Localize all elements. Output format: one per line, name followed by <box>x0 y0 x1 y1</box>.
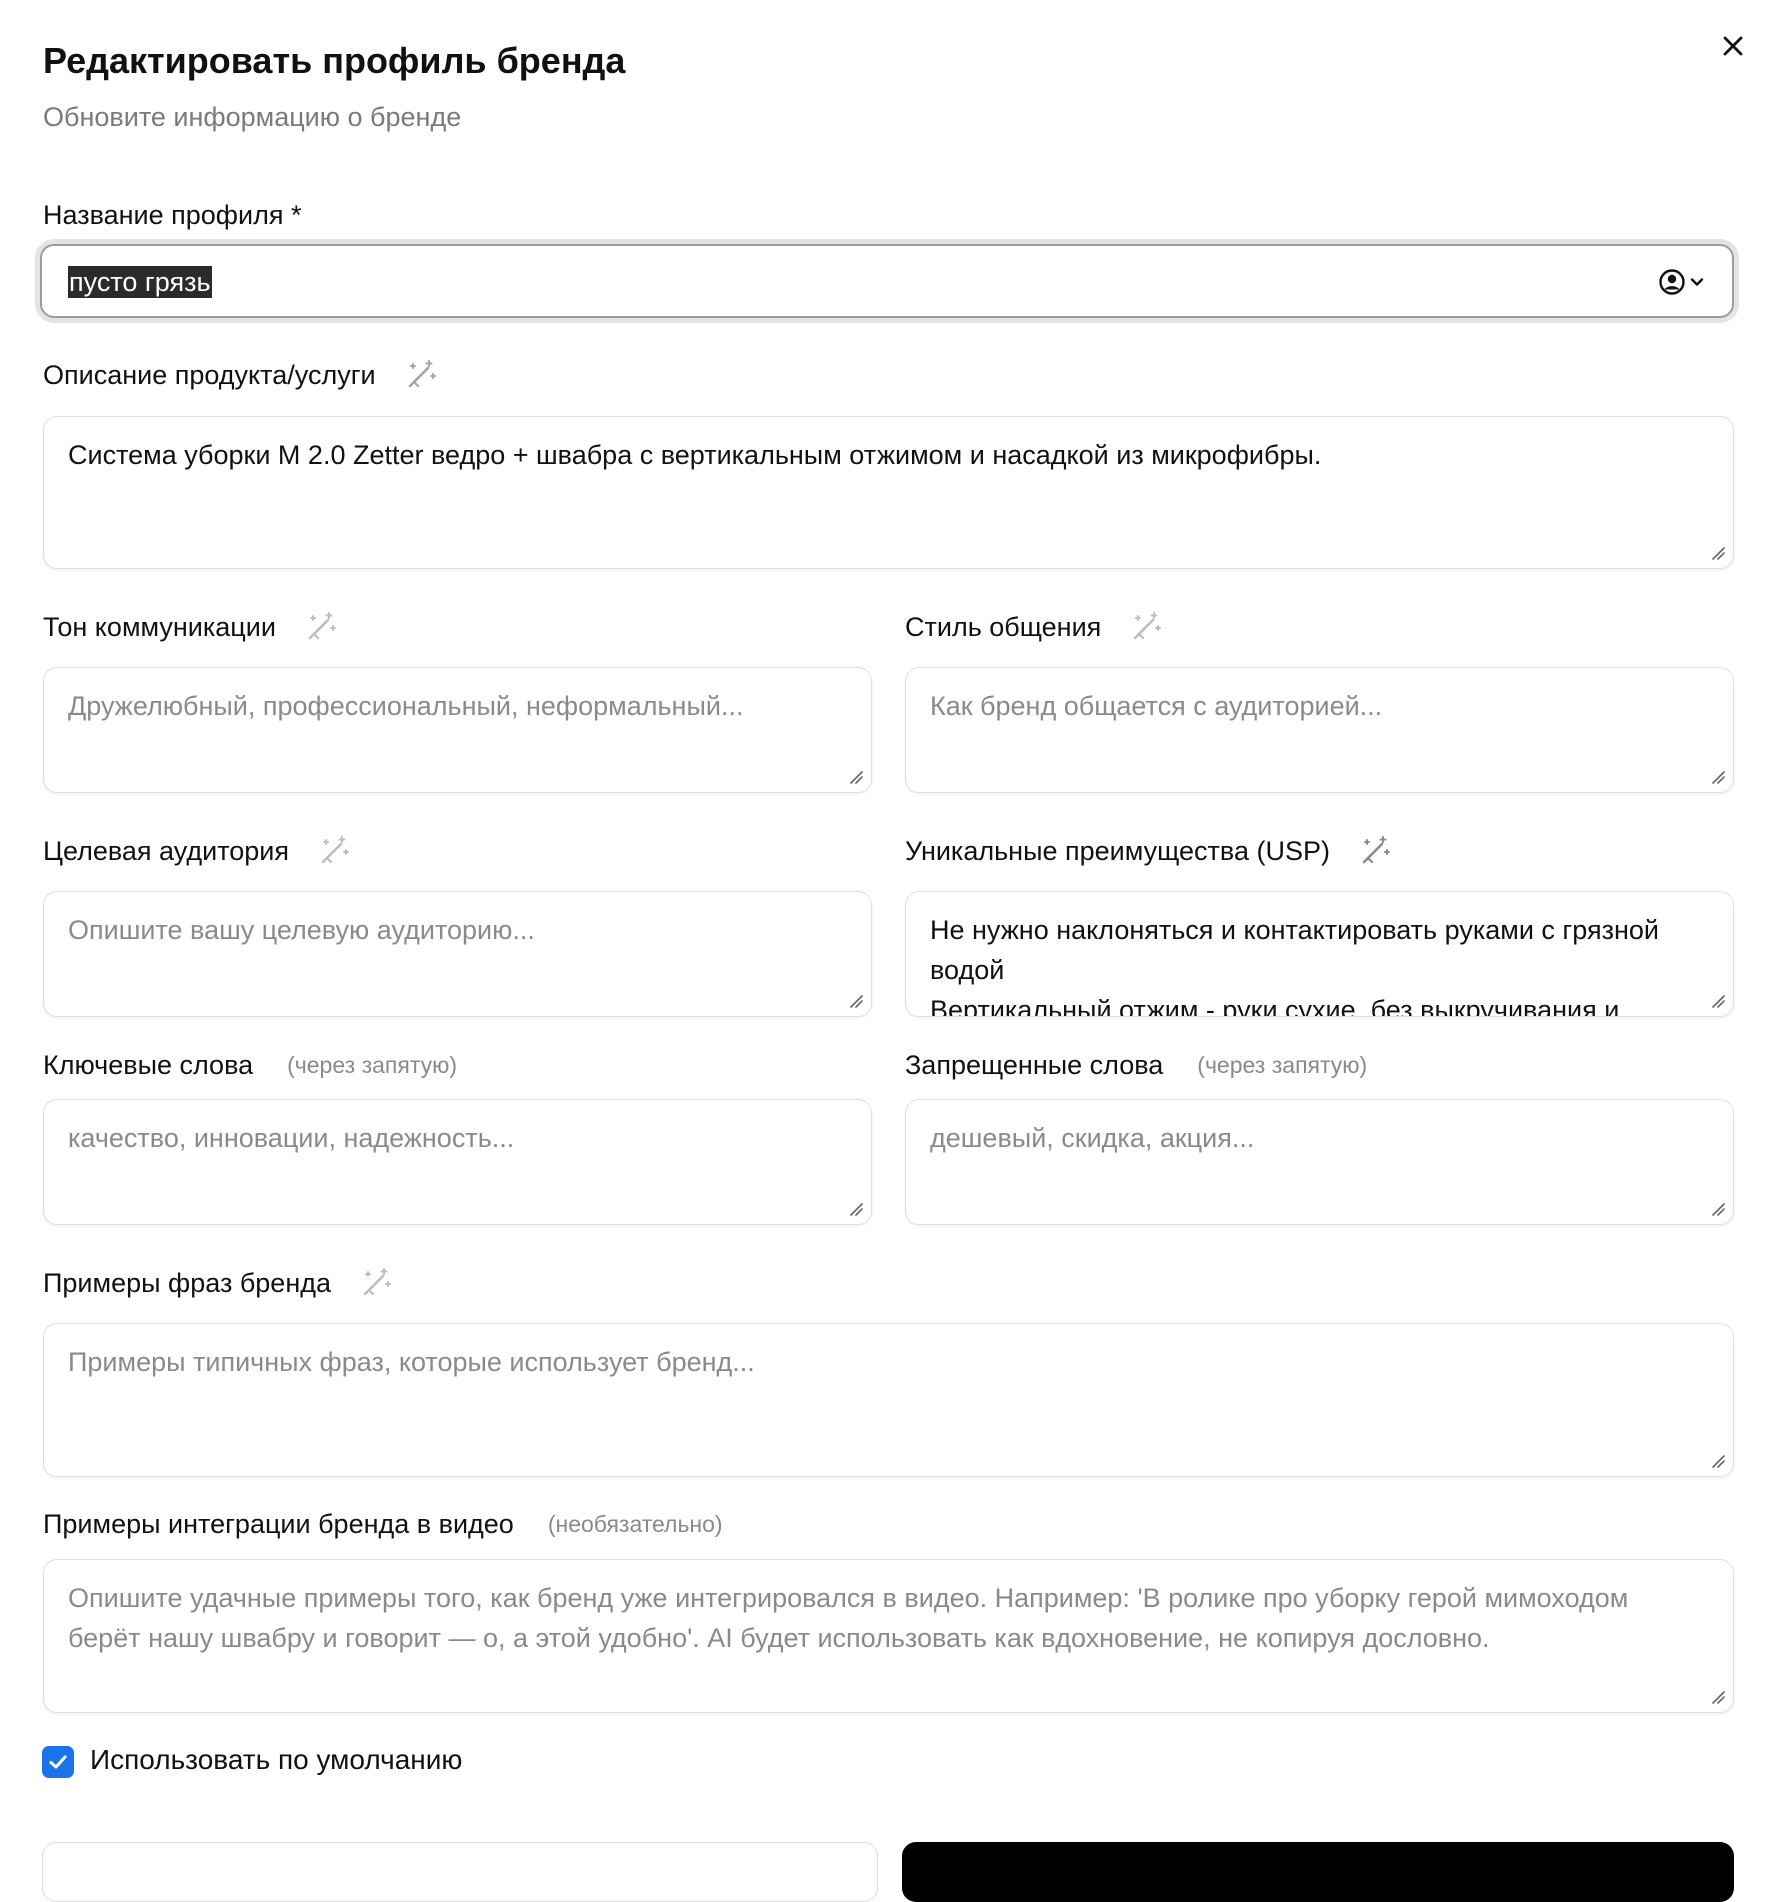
communication-style-label-text: Стиль общения <box>905 611 1102 642</box>
use-default-checkbox[interactable] <box>42 1746 74 1778</box>
target-audience-label: Целевая аудитория <box>43 834 351 868</box>
video-integration-label: Примеры интеграции бренда в видео (необя… <box>43 1509 723 1540</box>
usp-label: Уникальные преимущества (USP) <box>905 834 1392 868</box>
resize-grip-icon[interactable] <box>1709 1688 1725 1704</box>
profile-name-value: пусто грязь <box>68 266 212 298</box>
communication-tone-textarea[interactable]: Дружелюбный, профессиональный, неформаль… <box>43 667 872 793</box>
forbidden-words-placeholder: дешевый, скидка, акция... <box>930 1123 1255 1153</box>
usp-textarea[interactable]: Не нужно наклоняться и контактировать ру… <box>905 891 1734 1017</box>
product-description-label: Описание продукта/услуги <box>43 358 438 392</box>
resize-grip-icon[interactable] <box>1709 1200 1725 1216</box>
communication-tone-label-text: Тон коммуникации <box>43 611 276 642</box>
checkmark-icon <box>49 1755 67 1769</box>
usp-label-text: Уникальные преимущества (USP) <box>905 835 1330 866</box>
forbidden-words-label-text: Запрещенные слова <box>905 1050 1164 1080</box>
magic-wand-icon[interactable] <box>1358 834 1392 868</box>
keywords-hint: (через запятую) <box>287 1052 458 1078</box>
chevron-down-icon <box>1688 273 1706 296</box>
edit-brand-profile-dialog: Редактировать профиль бренда Обновите ин… <box>0 0 1782 1902</box>
dialog-subtitle: Обновите информацию о бренде <box>43 102 462 132</box>
resize-grip-icon[interactable] <box>1709 768 1725 784</box>
resize-grip-icon[interactable] <box>1709 1452 1725 1468</box>
brand-phrases-label-text: Примеры фраз бренда <box>43 1267 332 1298</box>
product-description-value: Система уборки М 2.0 Zetter ведро + шваб… <box>68 440 1322 470</box>
usp-value: Не нужно наклоняться и контактировать ру… <box>930 915 1659 1017</box>
save-button[interactable] <box>902 1842 1734 1902</box>
magic-wand-icon[interactable] <box>404 358 438 392</box>
communication-style-label: Стиль общения <box>905 610 1163 644</box>
resize-grip-icon[interactable] <box>1709 992 1725 1008</box>
video-integration-placeholder: Опишите удачные примеры того, как бренд … <box>68 1583 1636 1653</box>
user-circle-icon <box>1658 268 1686 301</box>
keywords-label-text: Ключевые слова <box>43 1050 254 1080</box>
video-integration-hint: (необязательно) <box>547 1511 723 1537</box>
resize-grip-icon[interactable] <box>847 1200 863 1216</box>
forbidden-words-label: Запрещенные слова (через запятую) <box>905 1050 1367 1081</box>
dialog-title: Редактировать профиль бренда <box>43 40 626 81</box>
resize-grip-icon[interactable] <box>847 768 863 784</box>
communication-style-textarea[interactable]: Как бренд общается с аудиторией... <box>905 667 1734 793</box>
communication-style-placeholder: Как бренд общается с аудиторией... <box>930 691 1383 721</box>
product-description-label-text: Описание продукта/услуги <box>43 359 376 390</box>
use-default-label[interactable]: Использовать по умолчанию <box>90 1744 462 1776</box>
brand-phrases-label: Примеры фраз бренда <box>43 1266 393 1300</box>
keywords-placeholder: качество, инновации, надежность... <box>68 1123 515 1153</box>
profile-name-input[interactable]: пусто грязь <box>40 244 1734 318</box>
magic-wand-icon[interactable] <box>317 834 351 868</box>
profile-name-label: Название профиля * <box>43 200 302 231</box>
brand-phrases-placeholder: Примеры типичных фраз, которые используе… <box>68 1347 755 1377</box>
video-integration-label-text: Примеры интеграции бренда в видео <box>43 1509 514 1539</box>
target-audience-textarea[interactable]: Опишите вашу целевую аудиторию... <box>43 891 872 1017</box>
communication-tone-label: Тон коммуникации <box>43 610 338 644</box>
forbidden-words-hint: (через запятую) <box>1197 1052 1368 1078</box>
magic-wand-icon[interactable] <box>359 1266 393 1300</box>
cancel-button[interactable] <box>42 1842 878 1902</box>
target-audience-label-text: Целевая аудитория <box>43 835 289 866</box>
brand-phrases-textarea[interactable]: Примеры типичных фраз, которые используе… <box>43 1323 1734 1477</box>
target-audience-placeholder: Опишите вашу целевую аудиторию... <box>68 915 535 945</box>
keywords-label: Ключевые слова (через запятую) <box>43 1050 457 1081</box>
magic-wand-icon[interactable] <box>304 610 338 644</box>
resize-grip-icon[interactable] <box>847 992 863 1008</box>
product-description-textarea[interactable]: Система уборки М 2.0 Zetter ведро + шваб… <box>43 416 1734 569</box>
close-icon[interactable] <box>1715 28 1751 64</box>
profile-name-label-text: Название профиля * <box>43 200 302 230</box>
video-integration-textarea[interactable]: Опишите удачные примеры того, как бренд … <box>43 1559 1734 1713</box>
resize-grip-icon[interactable] <box>1709 544 1725 560</box>
forbidden-words-textarea[interactable]: дешевый, скидка, акция... <box>905 1099 1734 1225</box>
keywords-textarea[interactable]: качество, инновации, надежность... <box>43 1099 872 1225</box>
communication-tone-placeholder: Дружелюбный, профессиональный, неформаль… <box>68 691 744 721</box>
profile-picker-button[interactable] <box>1658 268 1706 301</box>
magic-wand-icon[interactable] <box>1129 610 1163 644</box>
